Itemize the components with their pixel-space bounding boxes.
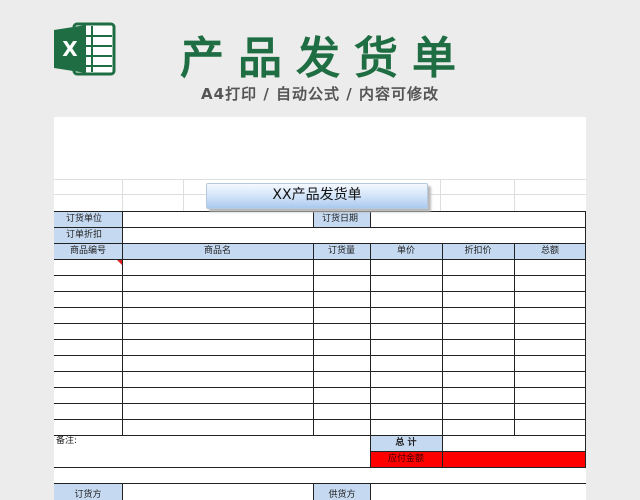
form-title: XX产品发货单: [206, 183, 428, 209]
column-header: 商品编号: [69, 246, 106, 256]
total-label: 总 计: [395, 438, 417, 448]
orderer-label: 订货方: [74, 490, 102, 500]
column-header: 折扣价: [464, 246, 492, 256]
amount-due-label: 应付金额: [387, 454, 424, 464]
label-order-date: 订货日期: [322, 214, 359, 224]
label-order-discount: 订单折扣: [66, 230, 103, 240]
label-order-unit: 订货单位: [66, 214, 103, 224]
sheet-grid: [54, 179, 586, 500]
column-header: 订货量: [327, 246, 355, 256]
page-title: 产品发货单: [180, 33, 470, 84]
notes-label: 备注:: [56, 436, 78, 446]
supplier-label: 供货方: [328, 490, 356, 500]
logo-letter: X: [62, 37, 78, 61]
column-header: 商品名: [203, 246, 231, 256]
column-header: 单价: [396, 246, 415, 256]
page-subtitle: A4打印 / 自动公式 / 内容可修改: [201, 85, 439, 103]
column-header: 总额: [540, 246, 559, 256]
spreadsheet-sheet[interactable]: XX产品发货单 订货单位 订货日期 订单折扣 商品编号 商品名 订货量 单价 折…: [54, 117, 586, 500]
excel-logo-icon: X: [54, 22, 116, 76]
